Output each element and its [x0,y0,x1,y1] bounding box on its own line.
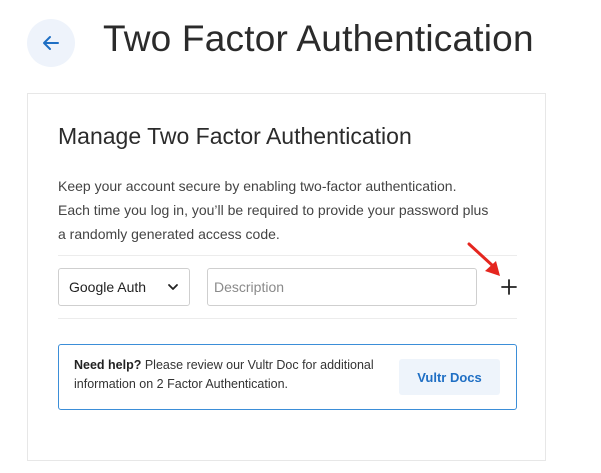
description-line: a randomly generated access code. [58,226,280,242]
vultr-docs-button[interactable]: Vultr Docs [399,359,500,395]
divider [58,255,517,256]
description-line: Each time you log in, you’ll be required… [58,202,489,218]
chevron-down-icon [168,284,178,290]
help-line-rest: Please review our Vultr Doc for addition… [141,358,374,372]
help-line: information on 2 Factor Authentication. [74,377,289,391]
annotation-arrow-icon [467,242,500,276]
back-button[interactable] [27,19,75,67]
plus-icon [501,279,517,295]
auth-method-select[interactable]: Google Auth [58,268,190,306]
arrow-left-icon [43,36,59,50]
help-text: Need help? Please review our Vultr Doc f… [74,356,394,394]
help-box: Need help? Please review our Vultr Doc f… [58,344,517,410]
description-input[interactable] [207,268,477,306]
description-line: Keep your account secure by enabling two… [58,178,457,194]
manage-2fa-card: Manage Two Factor Authentication Keep yo… [27,93,546,461]
card-description: Keep your account secure by enabling two… [58,174,528,246]
auth-method-selected-value: Google Auth [69,279,147,295]
page-title: Two Factor Authentication [103,18,534,59]
help-line: Need help? Please review our Vultr Doc f… [74,358,374,372]
card-title: Manage Two Factor Authentication [58,123,412,149]
help-lead: Need help? [74,358,142,372]
divider [58,318,517,319]
